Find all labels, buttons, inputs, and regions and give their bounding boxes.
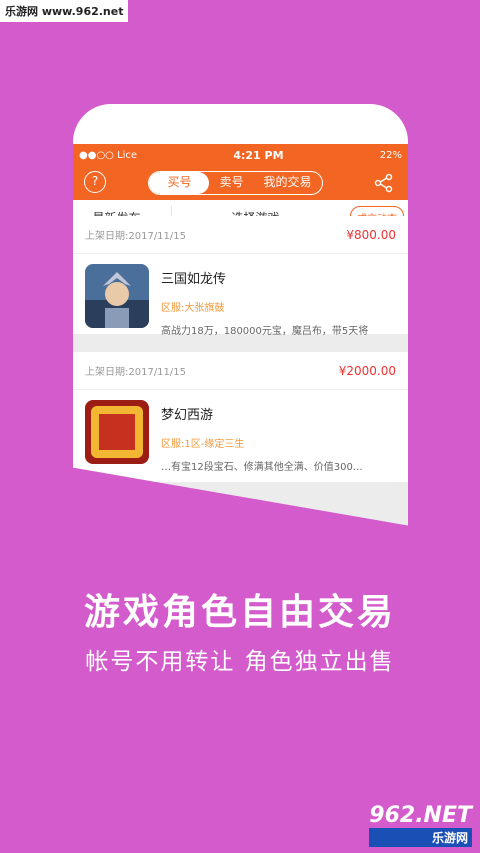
watermark-bottom: 962.NET 乐游网: [369, 803, 472, 847]
headline: 游戏角色自由交易: [83, 592, 396, 633]
watermark-top: 乐游网 www.962.net: [0, 0, 129, 22]
watermark-logo: 962.NET: [369, 803, 472, 828]
promo-screen: 乐游网 www.962.net ●●○○ Lice 4:21 PM 22% ? …: [0, 0, 480, 853]
watermark-text: 乐游网: [369, 828, 472, 847]
diagonal-overlay: [0, 455, 480, 853]
subheadline: 帐号不用转让 角色独立出售: [85, 649, 395, 675]
